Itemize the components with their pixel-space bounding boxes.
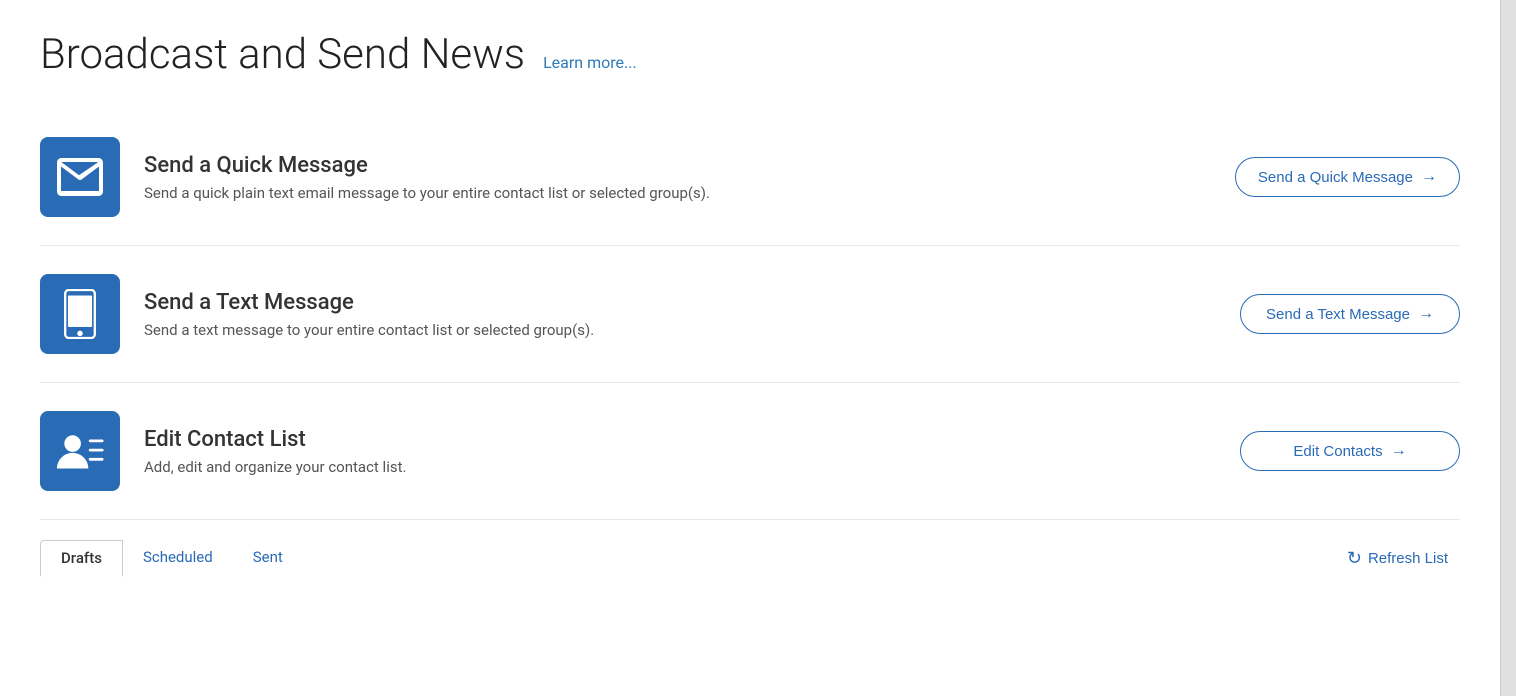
send-quick-message-button[interactable]: Send a Quick Message → <box>1235 157 1460 197</box>
tabs-left: Drafts Scheduled Sent <box>40 540 303 577</box>
edit-contacts-arrow: → <box>1391 442 1407 460</box>
scrollbar[interactable] <box>1500 0 1516 696</box>
tab-scheduled[interactable]: Scheduled <box>123 540 233 577</box>
edit-contacts-label: Edit Contacts <box>1293 443 1382 460</box>
page-title-area: Broadcast and Send News Learn more... <box>40 30 1460 79</box>
refresh-list-button[interactable]: ↻ Refresh List <box>1335 540 1460 577</box>
send-text-message-button[interactable]: Send a Text Message → <box>1240 294 1460 334</box>
text-message-text: Send a Text Message Send a text message … <box>144 290 594 339</box>
quick-message-text: Send a Quick Message Send a quick plain … <box>144 153 710 202</box>
contacts-icon <box>56 429 104 473</box>
main-content: Broadcast and Send News Learn more... Se… <box>0 0 1500 696</box>
contact-list-section: Edit Contact List Add, edit and organize… <box>40 383 1460 520</box>
quick-message-arrow: → <box>1421 168 1437 186</box>
text-message-heading: Send a Text Message <box>144 290 594 315</box>
tab-drafts[interactable]: Drafts <box>40 540 123 577</box>
text-message-description: Send a text message to your entire conta… <box>144 321 594 339</box>
envelope-icon <box>57 158 103 196</box>
mobile-icon <box>63 289 97 339</box>
tab-sent[interactable]: Sent <box>233 540 303 577</box>
quick-message-heading: Send a Quick Message <box>144 153 710 178</box>
tabs-area: Drafts Scheduled Sent ↻ Refresh List <box>40 520 1460 577</box>
text-message-arrow: → <box>1418 305 1434 323</box>
edit-contacts-button[interactable]: Edit Contacts → <box>1240 431 1460 471</box>
contact-list-heading: Edit Contact List <box>144 427 406 452</box>
send-quick-message-label: Send a Quick Message <box>1258 169 1413 186</box>
contact-list-description: Add, edit and organize your contact list… <box>144 458 406 476</box>
send-text-message-label: Send a Text Message <box>1266 306 1410 323</box>
contact-list-text: Edit Contact List Add, edit and organize… <box>144 427 406 476</box>
refresh-list-label: Refresh List <box>1368 550 1448 567</box>
quick-message-icon-box <box>40 137 120 217</box>
learn-more-link[interactable]: Learn more... <box>543 53 637 72</box>
text-message-section: Send a Text Message Send a text message … <box>40 246 1460 383</box>
quick-message-description: Send a quick plain text email message to… <box>144 184 710 202</box>
text-message-left: Send a Text Message Send a text message … <box>40 274 594 354</box>
page-title: Broadcast and Send News <box>40 30 525 79</box>
refresh-icon: ↻ <box>1347 548 1362 569</box>
quick-message-section: Send a Quick Message Send a quick plain … <box>40 109 1460 246</box>
quick-message-left: Send a Quick Message Send a quick plain … <box>40 137 710 217</box>
contact-list-left: Edit Contact List Add, edit and organize… <box>40 411 406 491</box>
text-message-icon-box <box>40 274 120 354</box>
contact-list-icon-box <box>40 411 120 491</box>
